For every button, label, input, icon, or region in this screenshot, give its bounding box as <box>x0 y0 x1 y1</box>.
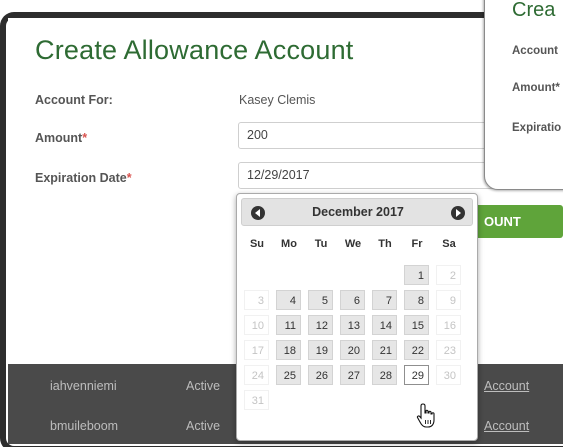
calendar-day[interactable]: 28 <box>372 365 397 385</box>
account-for-value: Kasey Clemis <box>239 93 316 107</box>
expiration-label-text: Expiration Date <box>35 171 127 185</box>
calendar-day[interactable]: 18 <box>276 340 301 360</box>
weekday-label: We <box>344 238 362 250</box>
calendar-day: 10 <box>244 315 269 335</box>
background-expiration-label: Expiratio <box>512 122 562 134</box>
calendar-day[interactable]: 1 <box>404 265 429 285</box>
datepicker-popup: December 2017 Su Mo Tu We Th Fr Sa 1 2 3 4 5 6 7 8 9 10… <box>236 193 478 441</box>
datepicker-month-title: December 2017 <box>312 205 404 219</box>
weekday-label: Su <box>249 238 265 250</box>
background-account-label: Account <box>512 45 558 57</box>
calendar-day[interactable]: 11 <box>276 315 301 335</box>
weekday-label: Mo <box>281 238 297 250</box>
calendar-day: 16 <box>436 315 461 335</box>
calendar-day: 23 <box>436 340 461 360</box>
create-account-button[interactable]: OUNT <box>472 205 563 238</box>
calendar-day: 3 <box>244 290 269 310</box>
required-marker: * <box>82 131 88 145</box>
required-marker: * <box>126 171 132 185</box>
table-cell-status: Active <box>186 379 221 393</box>
weekday-label: Sa <box>442 238 456 250</box>
calendar-day[interactable]: 4 <box>276 290 301 310</box>
datepicker-header: December 2017 <box>241 198 473 226</box>
weekday-label: Th <box>378 238 392 250</box>
background-modal-card: Crea Account Amount* Expiratio <box>484 0 563 190</box>
next-month-icon[interactable] <box>451 206 465 220</box>
calendar-day[interactable]: 19 <box>308 340 333 360</box>
app-window: iahvenniemi Active Account bmuileboom Ac… <box>0 0 563 447</box>
account-link[interactable]: Account <box>484 419 529 433</box>
weekday-label: Tu <box>314 238 328 250</box>
amount-label-text: Amount <box>35 131 83 145</box>
account-for-label: Account For: <box>35 93 113 107</box>
calendar-day[interactable]: 6 <box>340 290 365 310</box>
background-modal-title: Crea <box>512 0 556 21</box>
calendar-day[interactable]: 5 <box>308 290 333 310</box>
calendar-day[interactable]: 13 <box>340 315 365 335</box>
weekday-label: Fr <box>411 238 423 250</box>
background-amount-label: Amount* <box>512 82 560 94</box>
calendar-day: 30 <box>436 365 461 385</box>
calendar-day[interactable]: 26 <box>308 365 333 385</box>
table-cell-user: iahvenniemi <box>50 379 117 393</box>
calendar-day-selected[interactable]: 29 <box>404 365 429 385</box>
calendar-day[interactable]: 7 <box>372 290 397 310</box>
amount-label: Amount* <box>35 131 87 145</box>
expiration-date-label: Expiration Date* <box>35 171 132 185</box>
calendar-day[interactable]: 25 <box>276 365 301 385</box>
table-cell-status: Active <box>186 419 221 433</box>
calendar-day[interactable]: 12 <box>308 315 333 335</box>
calendar-day[interactable]: 27 <box>340 365 365 385</box>
calendar-day[interactable]: 8 <box>404 290 429 310</box>
calendar-day: 2 <box>436 265 461 285</box>
calendar-day[interactable]: 14 <box>372 315 397 335</box>
table-cell-user: bmuileboom <box>50 419 119 433</box>
calendar-day: 9 <box>436 290 461 310</box>
calendar-day: 24 <box>244 365 269 385</box>
calendar-day[interactable]: 22 <box>404 340 429 360</box>
calendar-day[interactable]: 21 <box>372 340 397 360</box>
calendar-day: 17 <box>244 340 269 360</box>
hand-cursor-icon <box>416 403 435 428</box>
calendar-day: 31 <box>244 390 269 410</box>
calendar-day[interactable]: 20 <box>340 340 365 360</box>
account-link[interactable]: Account <box>484 379 529 393</box>
modal-title: Create Allowance Account <box>35 35 354 65</box>
calendar-day[interactable]: 15 <box>404 315 429 335</box>
